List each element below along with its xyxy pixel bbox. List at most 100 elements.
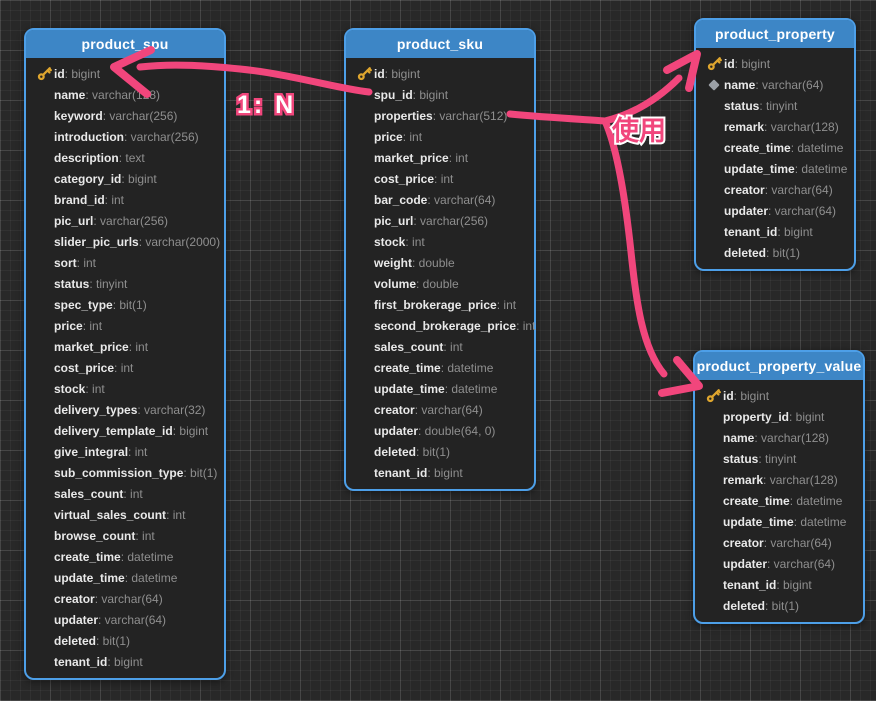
- field-name: id: [374, 67, 385, 81]
- index-icon: [704, 81, 724, 89]
- field-row-creator[interactable]: creator: varchar(64): [703, 532, 859, 553]
- field-name: pic_url: [54, 214, 93, 228]
- field-row-id[interactable]: id: bigint: [354, 63, 530, 84]
- field-name: create_time: [54, 550, 121, 564]
- diagram-canvas[interactable]: product_spu id: bigintname: varchar(128)…: [0, 0, 876, 701]
- field-row-deleted[interactable]: deleted: bit(1): [34, 630, 220, 651]
- field-name: update_time: [724, 162, 795, 176]
- field-row-deleted[interactable]: deleted: bit(1): [354, 441, 530, 462]
- field-row-status[interactable]: status: tinyint: [703, 448, 859, 469]
- field-row-stock[interactable]: stock: int: [354, 231, 530, 252]
- field-row-brand_id[interactable]: brand_id: int: [34, 189, 220, 210]
- field-name: slider_pic_urls: [54, 235, 139, 249]
- field-row-status[interactable]: status: tinyint: [34, 273, 220, 294]
- field-name: stock: [374, 235, 405, 249]
- field-row-pic_url[interactable]: pic_url: varchar(256): [34, 210, 220, 231]
- field-row-id[interactable]: id: bigint: [704, 53, 850, 74]
- field-name: volume: [374, 277, 416, 291]
- field-row-second_brokerage_price[interactable]: second_brokerage_price: int: [354, 315, 530, 336]
- table-fields-product-spu: id: bigintname: varchar(128)keyword: var…: [26, 58, 224, 678]
- field-row-creator[interactable]: creator: varchar(64): [34, 588, 220, 609]
- field-row-introduction[interactable]: introduction: varchar(256): [34, 126, 220, 147]
- relation-branch-to-property: [605, 78, 679, 121]
- field-row-virtual_sales_count[interactable]: virtual_sales_count: int: [34, 504, 220, 525]
- field-row-create_time[interactable]: create_time: datetime: [703, 490, 859, 511]
- field-row-create_time[interactable]: create_time: datetime: [354, 357, 530, 378]
- field-row-create_time[interactable]: create_time: datetime: [34, 546, 220, 567]
- field-row-properties[interactable]: properties: varchar(512): [354, 105, 530, 126]
- field-row-updater[interactable]: updater: varchar(64): [34, 609, 220, 630]
- table-title-product-spu[interactable]: product_spu: [26, 30, 224, 58]
- field-row-stock[interactable]: stock: int: [34, 378, 220, 399]
- field-row-first_brokerage_price[interactable]: first_brokerage_price: int: [354, 294, 530, 315]
- field-row-tenant_id[interactable]: tenant_id: bigint: [704, 221, 850, 242]
- field-row-cost_price[interactable]: cost_price: int: [354, 168, 530, 189]
- table-product-property[interactable]: product_property id: bigintname: varchar…: [694, 18, 856, 271]
- field-row-price[interactable]: price: int: [354, 126, 530, 147]
- field-row-deleted[interactable]: deleted: bit(1): [703, 595, 859, 616]
- field-row-id[interactable]: id: bigint: [703, 385, 859, 406]
- field-row-updater[interactable]: updater: varchar(64): [703, 553, 859, 574]
- field-row-update_time[interactable]: update_time: datetime: [704, 158, 850, 179]
- field-row-delivery_template_id[interactable]: delivery_template_id: bigint: [34, 420, 220, 441]
- field-row-creator[interactable]: creator: varchar(64): [354, 399, 530, 420]
- field-row-status[interactable]: status: tinyint: [704, 95, 850, 116]
- field-row-market_price[interactable]: market_price: int: [34, 336, 220, 357]
- field-row-tenant_id[interactable]: tenant_id: bigint: [34, 651, 220, 672]
- field-row-sales_count[interactable]: sales_count: int: [34, 483, 220, 504]
- field-row-property_id[interactable]: property_id: bigint: [703, 406, 859, 427]
- field-row-deleted[interactable]: deleted: bit(1): [704, 242, 850, 263]
- field-row-update_time[interactable]: update_time: datetime: [34, 567, 220, 588]
- field-name: spec_type: [54, 298, 113, 312]
- field-type: : int: [405, 235, 424, 249]
- field-row-name[interactable]: name: varchar(128): [703, 427, 859, 448]
- field-row-creator[interactable]: creator: varchar(64): [704, 179, 850, 200]
- field-row-browse_count[interactable]: browse_count: int: [34, 525, 220, 546]
- table-product-sku[interactable]: product_sku id: bigintspu_id: bigintprop…: [344, 28, 536, 491]
- field-row-update_time[interactable]: update_time: datetime: [703, 511, 859, 532]
- table-product-spu[interactable]: product_spu id: bigintname: varchar(128)…: [24, 28, 226, 680]
- field-row-updater[interactable]: updater: double(64, 0): [354, 420, 530, 441]
- field-row-cost_price[interactable]: cost_price: int: [34, 357, 220, 378]
- field-row-weight[interactable]: weight: double: [354, 252, 530, 273]
- field-row-price[interactable]: price: int: [34, 315, 220, 336]
- field-row-give_integral[interactable]: give_integral: int: [34, 441, 220, 462]
- field-row-pic_url[interactable]: pic_url: varchar(256): [354, 210, 530, 231]
- table-product-property-value[interactable]: product_property_value id: bigintpropert…: [693, 350, 865, 624]
- field-type: : datetime: [795, 162, 848, 176]
- field-row-id[interactable]: id: bigint: [34, 63, 220, 84]
- field-name: creator: [374, 403, 415, 417]
- field-row-remark[interactable]: remark: varchar(128): [704, 116, 850, 137]
- field-row-remark[interactable]: remark: varchar(128): [703, 469, 859, 490]
- field-row-name[interactable]: name: varchar(128): [34, 84, 220, 105]
- field-name: name: [723, 431, 754, 445]
- table-title-product-property-value[interactable]: product_property_value: [695, 352, 863, 380]
- field-row-name[interactable]: name: varchar(64): [704, 74, 850, 95]
- table-title-product-property[interactable]: product_property: [696, 20, 854, 48]
- field-type: : int: [166, 508, 185, 522]
- table-title-product-sku[interactable]: product_sku: [346, 30, 534, 58]
- table-fields-product-property-value: id: bigintproperty_id: bigintname: varch…: [695, 380, 863, 622]
- field-row-sort[interactable]: sort: int: [34, 252, 220, 273]
- field-row-bar_code[interactable]: bar_code: varchar(64): [354, 189, 530, 210]
- field-row-spu_id[interactable]: spu_id: bigint: [354, 84, 530, 105]
- field-row-tenant_id[interactable]: tenant_id: bigint: [354, 462, 530, 483]
- field-name: introduction: [54, 130, 124, 144]
- field-row-create_time[interactable]: create_time: datetime: [704, 137, 850, 158]
- field-name: tenant_id: [374, 466, 427, 480]
- field-row-keyword[interactable]: keyword: varchar(256): [34, 105, 220, 126]
- field-row-sub_commission_type[interactable]: sub_commission_type: bit(1): [34, 462, 220, 483]
- field-row-delivery_types[interactable]: delivery_types: varchar(32): [34, 399, 220, 420]
- field-row-updater[interactable]: updater: varchar(64): [704, 200, 850, 221]
- field-type: : bigint: [385, 67, 420, 81]
- field-row-description[interactable]: description: text: [34, 147, 220, 168]
- field-row-tenant_id[interactable]: tenant_id: bigint: [703, 574, 859, 595]
- field-row-category_id[interactable]: category_id: bigint: [34, 168, 220, 189]
- field-name: price: [374, 130, 403, 144]
- field-row-sales_count[interactable]: sales_count: int: [354, 336, 530, 357]
- field-row-spec_type[interactable]: spec_type: bit(1): [34, 294, 220, 315]
- field-row-update_time[interactable]: update_time: datetime: [354, 378, 530, 399]
- field-row-market_price[interactable]: market_price: int: [354, 147, 530, 168]
- field-row-slider_pic_urls[interactable]: slider_pic_urls: varchar(2000): [34, 231, 220, 252]
- field-row-volume[interactable]: volume: double: [354, 273, 530, 294]
